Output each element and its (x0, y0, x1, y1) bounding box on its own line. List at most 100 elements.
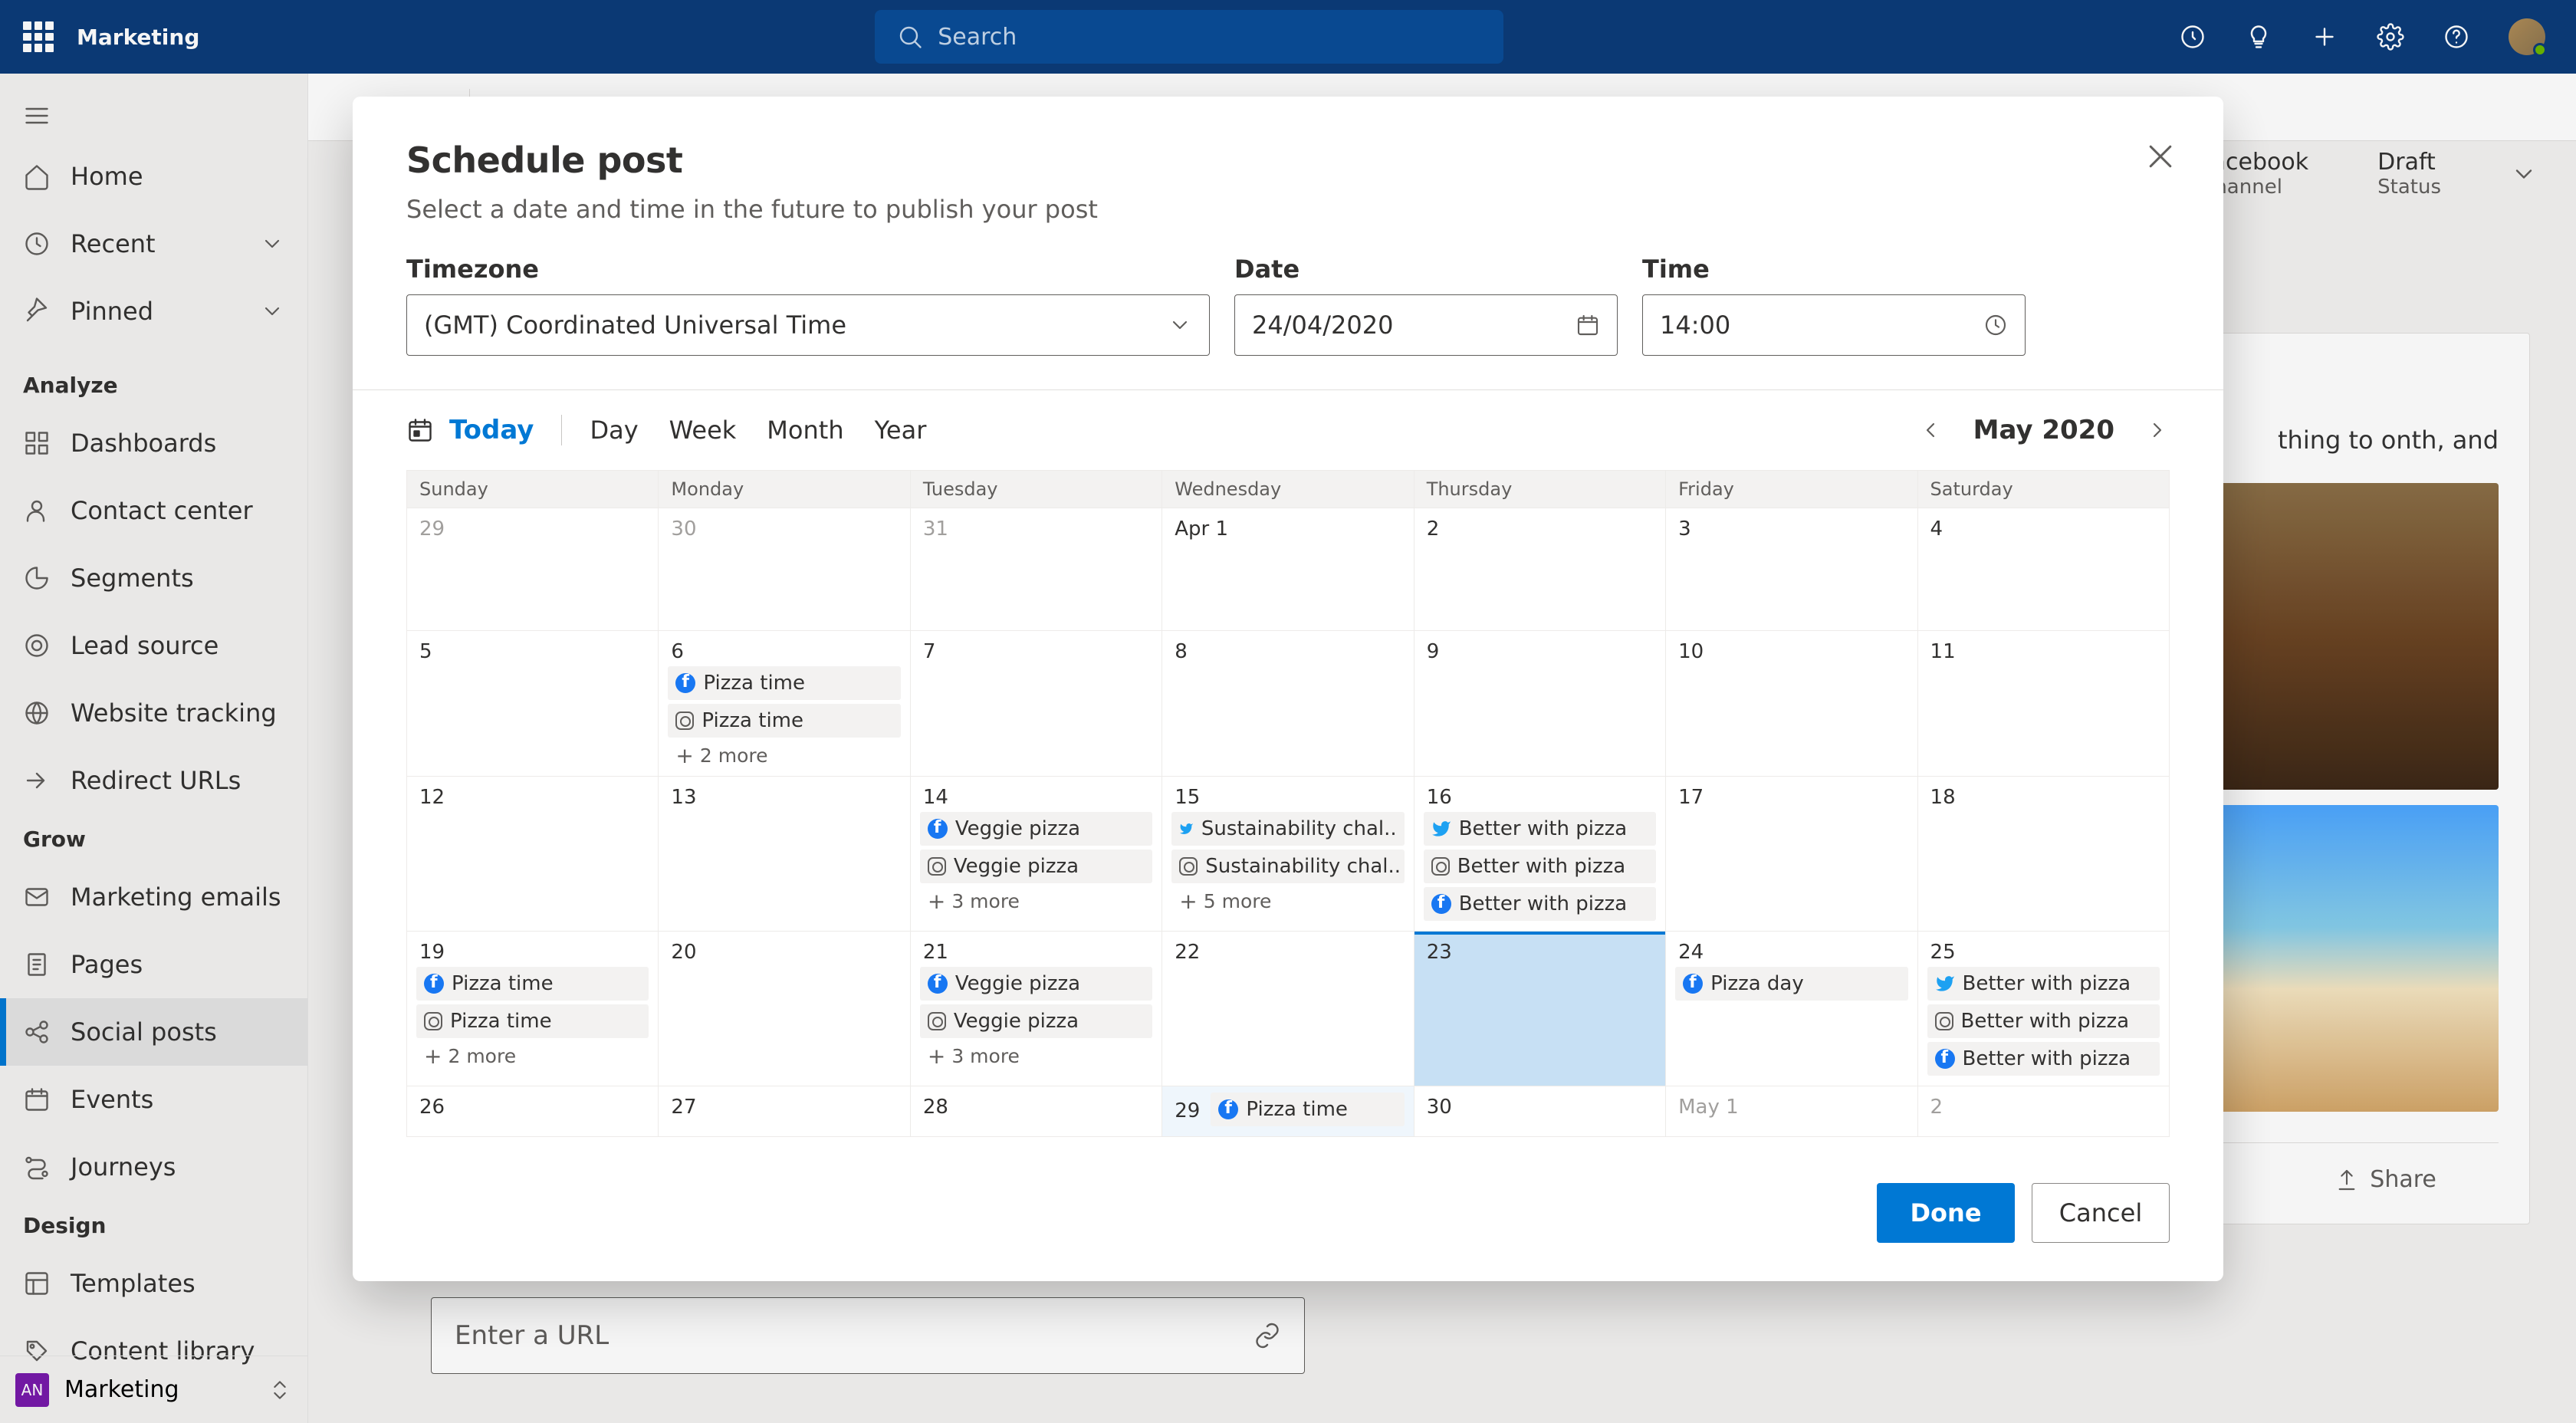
event-pill[interactable]: Better with pizza (1927, 967, 2160, 1001)
facebook-icon (928, 819, 948, 839)
timezone-label: Timezone (406, 255, 1210, 284)
calendar-today-icon[interactable] (406, 416, 434, 444)
facebook-icon (1218, 1099, 1238, 1119)
twitter-icon (1935, 974, 1955, 994)
event-pill[interactable]: Better with pizza (1927, 1004, 2160, 1038)
event-pill[interactable]: Better with pizza (1927, 1042, 2160, 1076)
calendar-cell[interactable]: 10 (1666, 630, 1917, 776)
calendar-cell[interactable]: 30 (659, 508, 910, 630)
calendar-cell[interactable]: 12 (407, 776, 659, 931)
calendar-cell[interactable]: 2 (1917, 1086, 2169, 1136)
calendar-cell[interactable]: 15 Sustainability chal.. Sustainability … (1162, 776, 1414, 931)
dow-header: Wednesday (1162, 470, 1414, 508)
schedule-post-dialog: Schedule post Select a date and time in … (353, 97, 2223, 1281)
instagram-icon (928, 1012, 946, 1030)
calendar-cell[interactable]: 14 Veggie pizza Veggie pizza +3 more (910, 776, 1162, 931)
view-month[interactable]: Month (767, 416, 843, 445)
timezone-select[interactable]: (GMT) Coordinated Universal Time (406, 294, 1210, 356)
calendar-icon (1576, 313, 1600, 337)
twitter-icon (1431, 819, 1451, 839)
calendar-cell[interactable]: May 1 (1666, 1086, 1917, 1136)
more-events[interactable]: +5 more (1171, 887, 1404, 915)
calendar-cell[interactable]: 11 (1917, 630, 2169, 776)
calendar-cell[interactable]: 7 (910, 630, 1162, 776)
event-pill[interactable]: Veggie pizza (920, 1004, 1152, 1038)
facebook-icon (1683, 974, 1703, 994)
calendar-cell[interactable]: 9 (1414, 630, 1665, 776)
more-events[interactable]: +2 more (668, 741, 900, 770)
calendar-cell[interactable]: 8 (1162, 630, 1414, 776)
dialog-title: Schedule post (406, 140, 2170, 181)
event-pill[interactable]: Pizza time (416, 1004, 649, 1038)
dow-header: Sunday (407, 470, 659, 508)
event-pill[interactable]: Pizza time (668, 704, 900, 738)
calendar-cell[interactable]: 29 (407, 508, 659, 630)
calendar-cell[interactable]: 30 (1414, 1086, 1665, 1136)
current-month: May 2020 (1973, 415, 2114, 445)
date-label: Date (1234, 255, 1618, 284)
event-pill[interactable]: Veggie pizza (920, 967, 1152, 1001)
calendar-cell[interactable]: Apr 1 (1162, 508, 1414, 630)
close-button[interactable] (2144, 140, 2177, 173)
done-button[interactable]: Done (1877, 1183, 2015, 1243)
calendar-cell[interactable]: 3 (1666, 508, 1917, 630)
chevron-down-icon (1168, 313, 1192, 337)
calendar-cell[interactable]: 28 (910, 1086, 1162, 1136)
prev-month-icon[interactable] (1918, 418, 1943, 442)
dow-header: Thursday (1414, 470, 1665, 508)
view-week[interactable]: Week (669, 416, 737, 445)
event-pill[interactable]: Better with pizza (1424, 887, 1656, 921)
calendar-cell[interactable]: 24 Pizza day (1666, 931, 1917, 1086)
event-pill[interactable]: Sustainability chal.. (1171, 850, 1404, 883)
instagram-icon (1935, 1012, 1953, 1030)
calendar-cell[interactable]: 5 (407, 630, 659, 776)
calendar-cell[interactable]: 20 (659, 931, 910, 1086)
timezone-value: (GMT) Coordinated Universal Time (424, 311, 846, 340)
view-day[interactable]: Day (590, 416, 638, 445)
dow-header: Tuesday (910, 470, 1162, 508)
calendar-cell[interactable]: 31 (910, 508, 1162, 630)
modal-overlay: Schedule post Select a date and time in … (0, 0, 2576, 1423)
calendar-cell[interactable]: 29 Pizza time (1162, 1086, 1414, 1136)
more-events[interactable]: +3 more (920, 1042, 1152, 1070)
calendar-cell[interactable]: 6 Pizza time Pizza time +2 more (659, 630, 910, 776)
date-input[interactable]: 24/04/2020 (1234, 294, 1618, 356)
calendar-cell[interactable]: 13 (659, 776, 910, 931)
facebook-icon (928, 974, 948, 994)
calendar-cell[interactable]: 2 (1414, 508, 1665, 630)
instagram-icon (424, 1012, 442, 1030)
calendar-cell[interactable]: 19 Pizza time Pizza time +2 more (407, 931, 659, 1086)
event-pill[interactable]: Pizza time (1211, 1093, 1404, 1126)
view-year[interactable]: Year (875, 416, 927, 445)
event-pill[interactable]: Pizza time (668, 666, 900, 700)
calendar-cell[interactable]: 16 Better with pizza Better with pizza B… (1414, 776, 1665, 931)
close-icon (2144, 140, 2177, 173)
cancel-button[interactable]: Cancel (2032, 1183, 2170, 1243)
calendar-cell[interactable]: 25 Better with pizza Better with pizza B… (1917, 931, 2169, 1086)
calendar-cell[interactable]: 18 (1917, 776, 2169, 931)
facebook-icon (1431, 894, 1451, 914)
instagram-icon (928, 857, 946, 876)
calendar-cell[interactable]: 26 (407, 1086, 659, 1136)
event-pill[interactable]: Veggie pizza (920, 850, 1152, 883)
calendar-cell[interactable]: 17 (1666, 776, 1917, 931)
dow-header: Friday (1666, 470, 1917, 508)
event-pill[interactable]: Sustainability chal.. (1171, 812, 1404, 846)
next-month-icon[interactable] (2145, 418, 2170, 442)
time-value: 14:00 (1660, 311, 1730, 340)
calendar-cell[interactable]: 22 (1162, 931, 1414, 1086)
event-pill[interactable]: Pizza time (416, 967, 649, 1001)
event-pill[interactable]: Veggie pizza (920, 812, 1152, 846)
more-events[interactable]: +3 more (920, 887, 1152, 915)
calendar-cell[interactable]: 4 (1917, 508, 2169, 630)
time-input[interactable]: 14:00 (1642, 294, 2026, 356)
today-button[interactable]: Today (449, 415, 534, 445)
calendar-cell[interactable]: 27 (659, 1086, 910, 1136)
event-pill[interactable]: Pizza day (1675, 967, 1907, 1001)
event-pill[interactable]: Better with pizza (1424, 850, 1656, 883)
calendar-cell-selected[interactable]: 23 (1414, 931, 1665, 1086)
event-pill[interactable]: Better with pizza (1424, 812, 1656, 846)
calendar-cell[interactable]: 21 Veggie pizza Veggie pizza +3 more (910, 931, 1162, 1086)
more-events[interactable]: +2 more (416, 1042, 649, 1070)
calendar-grid: Sunday Monday Tuesday Wednesday Thursday… (353, 470, 2223, 1160)
